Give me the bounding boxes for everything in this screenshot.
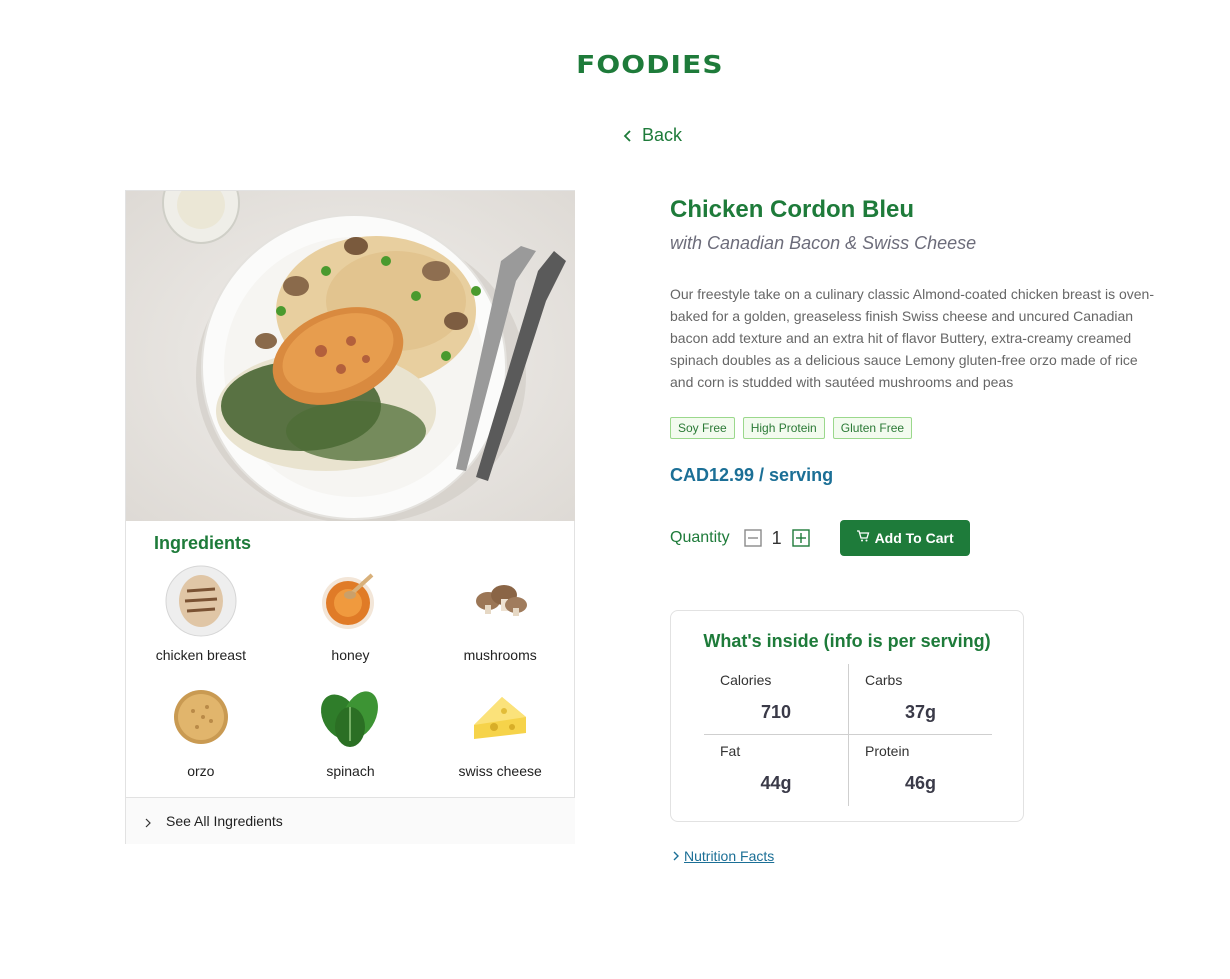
orzo-icon xyxy=(173,690,228,744)
nutrition-facts-link[interactable]: Nutrition Facts xyxy=(672,848,774,864)
nutrition-cell-protein: Protein 46g xyxy=(848,735,992,806)
ingredients-title: Ingredients xyxy=(154,533,252,553)
minus-icon[interactable] xyxy=(743,529,762,547)
carbs-value: 37g xyxy=(904,702,937,722)
chevron-right-icon xyxy=(673,851,679,861)
nutrition-summary: What's inside (info is per serving) Calo… xyxy=(670,610,1024,822)
product-subtitle: with Canadian Bacon & Swiss Cheese xyxy=(670,233,977,253)
product-title: Chicken Cordon Bleu xyxy=(670,196,915,223)
ingredient-label: chicken breast xyxy=(155,647,246,663)
ingredient-label: swiss cheese xyxy=(458,763,542,779)
ingredient-label: spinach xyxy=(326,763,375,779)
calories-label: Calories xyxy=(720,672,772,688)
nutrition-facts-label: Nutrition Facts xyxy=(684,848,775,864)
diet-tag: Gluten Free xyxy=(832,417,913,439)
logo-text: FOODIES xyxy=(576,50,724,79)
fat-label: Fat xyxy=(720,743,741,759)
mushrooms-icon xyxy=(476,585,528,616)
see-all-label: See All Ingredients xyxy=(166,813,283,829)
swiss-cheese-icon xyxy=(474,697,527,739)
nutrition-title: What's inside (info is per serving) xyxy=(703,631,991,651)
ingredient-item: honey xyxy=(276,561,426,665)
ingredient-label: mushrooms xyxy=(463,647,537,663)
cart-icon xyxy=(856,530,869,542)
plus-icon[interactable] xyxy=(791,529,810,547)
product-price: CAD12.99 / serving xyxy=(670,465,834,485)
product-card: Ingredients chicken breast honey mushroo… xyxy=(125,190,575,844)
ingredient-item: swiss cheese xyxy=(425,677,575,781)
product-description: Our freestyle take on a culinary classic… xyxy=(670,286,1155,390)
diet-tags: Soy Free High Protein Gluten Free xyxy=(670,417,913,439)
quantity-label: Quantity xyxy=(670,529,730,546)
brand-logo[interactable]: FOODIES xyxy=(0,50,1230,79)
ingredient-label: orzo xyxy=(187,763,215,779)
honey-icon xyxy=(322,573,375,629)
diet-tag: High Protein xyxy=(742,417,825,439)
carbs-label: Carbs xyxy=(865,672,903,688)
calories-value: 710 xyxy=(760,702,792,722)
add-to-cart-button[interactable]: Add To Cart xyxy=(839,520,970,556)
quantity-row: Quantity 1 Add To Cart xyxy=(670,520,970,556)
back-link[interactable]: Back xyxy=(622,125,682,146)
protein-value: 46g xyxy=(904,773,937,793)
nutrition-cell-fat: Fat 44g xyxy=(704,735,848,806)
ingredient-item: mushrooms xyxy=(425,561,575,665)
ingredient-label: honey xyxy=(331,647,370,663)
nutrition-cell-calories: Calories 710 xyxy=(704,664,848,735)
product-page: FOODIES Back Ingredients chicken breast … xyxy=(0,0,1230,979)
see-all-ingredients-toggle[interactable]: See All Ingredients xyxy=(126,797,575,844)
nutrition-grid: Calories 710 Carbs 37g Fat 44g Protein 4… xyxy=(704,664,992,806)
add-to-cart-label: Add To Cart xyxy=(874,530,954,546)
chicken-breast-icon xyxy=(165,565,237,637)
nutrition-cell-carbs: Carbs 37g xyxy=(848,664,992,735)
ingredient-item: chicken breast xyxy=(126,561,276,665)
fat-value: 44g xyxy=(760,773,792,793)
back-label: Back xyxy=(642,125,683,145)
protein-label: Protein xyxy=(865,743,910,759)
ingredients-grid: chicken breast honey mushrooms orzo spin… xyxy=(126,561,575,781)
quantity-value[interactable]: 1 xyxy=(772,528,782,549)
chevron-left-icon xyxy=(623,129,631,142)
product-photo xyxy=(126,191,575,521)
diet-tag: Soy Free xyxy=(670,417,735,439)
spinach-icon xyxy=(321,691,379,747)
ingredient-item: spinach xyxy=(276,677,426,781)
ingredient-item: orzo xyxy=(126,677,276,781)
chevron-right-icon xyxy=(145,818,151,828)
